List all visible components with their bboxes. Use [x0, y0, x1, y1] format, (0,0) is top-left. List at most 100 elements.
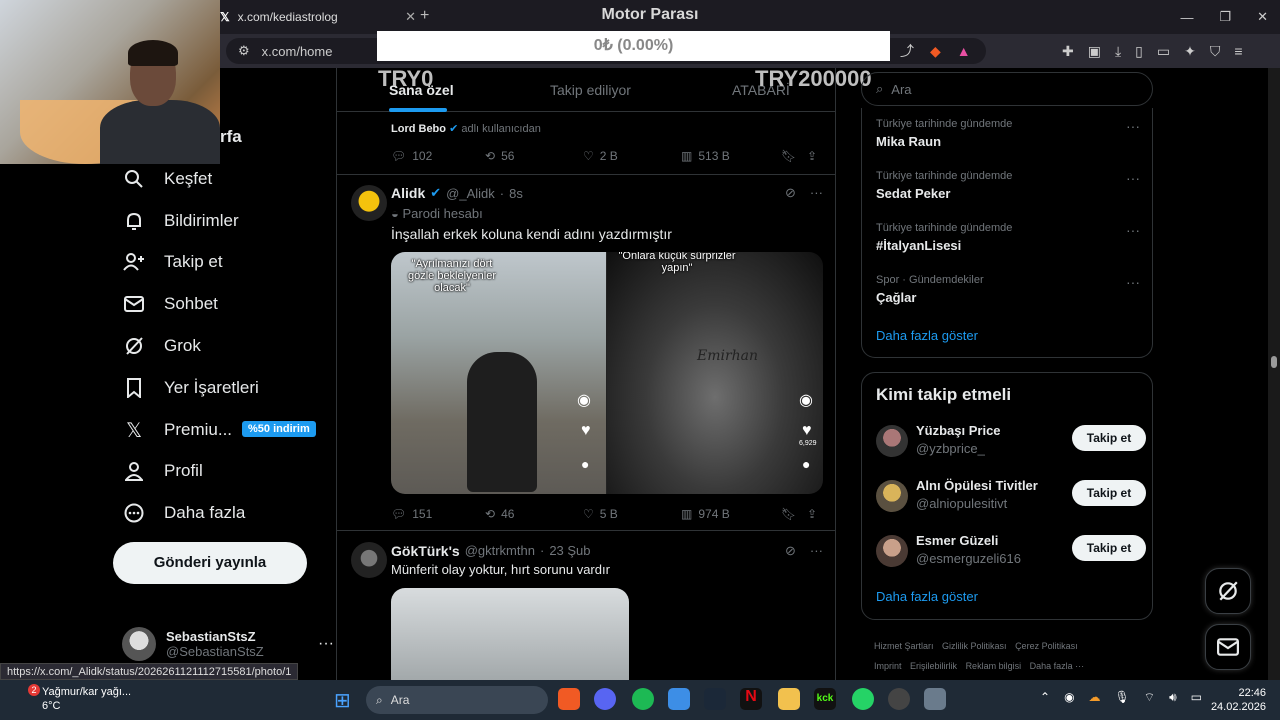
- avatar[interactable]: [351, 542, 387, 578]
- trend-item[interactable]: Türkiye tarihinde gündemde #İtalyanLises…: [876, 222, 1146, 253]
- extensions-icon[interactable]: ✚: [1062, 43, 1074, 60]
- more-icon[interactable]: ···: [1126, 274, 1140, 290]
- trend-item[interactable]: Spor · Gündemdekiler Çağlar ···: [876, 274, 1146, 305]
- menu-icon[interactable]: ≡: [1234, 43, 1242, 59]
- follow-button[interactable]: Takip et: [1072, 535, 1146, 561]
- like-button[interactable]: ♡ 5 B: [583, 507, 681, 521]
- settings-app-icon[interactable]: [924, 688, 946, 710]
- maximize-button[interactable]: ❐: [1219, 9, 1231, 25]
- file-explorer-icon[interactable]: [778, 688, 800, 710]
- wallet-icon[interactable]: ▭: [1157, 43, 1170, 60]
- footer-link[interactable]: Hizmet Şartları: [874, 641, 934, 651]
- cloud-tray-icon[interactable]: ☁: [1089, 690, 1101, 705]
- discord-app-icon[interactable]: [594, 688, 616, 710]
- steam-app-icon[interactable]: [704, 688, 726, 710]
- author-handle[interactable]: @_Alidk: [446, 186, 495, 201]
- more-icon[interactable]: ···: [1126, 170, 1140, 186]
- weather-widget[interactable]: 2 Yağmur/kar yağı... 6°C: [16, 684, 131, 713]
- post-image-right[interactable]: "Onlara küçük sürprizler yapın" Emirhan …: [606, 252, 823, 494]
- bookmark-button[interactable]: 🔖︎: [781, 149, 807, 163]
- grok-icon[interactable]: ⊘: [785, 185, 796, 201]
- whatsapp-app-icon[interactable]: [852, 688, 874, 710]
- share-button[interactable]: ⇪: [807, 507, 817, 521]
- volume-icon[interactable]: 🔊︎: [1169, 690, 1177, 705]
- netflix-app-icon[interactable]: N: [740, 688, 762, 710]
- grok-floating-button[interactable]: [1205, 568, 1251, 614]
- repost-button[interactable]: ⟲ 46: [485, 507, 583, 521]
- avatar[interactable]: [351, 185, 387, 221]
- post-time[interactable]: 23 Şub: [549, 543, 590, 559]
- footer-link[interactable]: Gizlilik Politikası: [942, 641, 1007, 651]
- app-icon[interactable]: [668, 688, 690, 710]
- more-icon[interactable]: ···: [810, 185, 823, 201]
- sidebar-item-bookmarks[interactable]: Yer İşaretleri: [122, 367, 259, 409]
- download-icon[interactable]: ⤓: [1115, 43, 1121, 60]
- mic-tray-icon[interactable]: 🎙︎: [1115, 690, 1130, 705]
- sidebar-item-grok[interactable]: Grok: [122, 325, 201, 367]
- follow-button[interactable]: Takip et: [1072, 425, 1146, 451]
- footer-link[interactable]: Çerez Politikası: [1015, 641, 1078, 651]
- sidebar-item-explore[interactable]: Keşfet: [122, 158, 212, 200]
- brave-app-icon[interactable]: [558, 688, 580, 710]
- kick-app-icon[interactable]: kck: [814, 688, 836, 710]
- sidebar-item-follow[interactable]: Takip et: [122, 241, 223, 283]
- tray-chevron-icon[interactable]: ⌃: [1040, 690, 1050, 705]
- search-field[interactable]: ⌕ Ara: [861, 72, 1153, 106]
- trend-item[interactable]: Türkiye tarihinde gündemde Sedat Peker ·…: [876, 170, 1146, 201]
- reply-button[interactable]: 💬︎ 151: [391, 507, 485, 521]
- post-image[interactable]: [391, 588, 629, 680]
- author-name[interactable]: GökTürk's: [391, 543, 460, 559]
- sidebar-item-notifications[interactable]: Bildirimler: [122, 200, 239, 242]
- views-button[interactable]: ▥ 974 B: [681, 507, 781, 521]
- sidebar-item-chat[interactable]: Sohbet: [122, 283, 218, 325]
- app-icon[interactable]: [888, 688, 910, 710]
- grok-icon[interactable]: ⊘: [785, 543, 796, 559]
- trend-item[interactable]: Türkiye tarihinde gündemde Mika Raun ···: [876, 118, 1146, 149]
- author-handle[interactable]: @gktrkmthn: [465, 543, 535, 559]
- bookmark-button[interactable]: 🔖︎: [781, 507, 807, 521]
- more-icon[interactable]: ···: [810, 543, 823, 559]
- suggested-account[interactable]: Alnı Öpülesi Tivitler @alniopulesitivt T…: [876, 476, 1146, 516]
- reader-icon[interactable]: ▣: [1088, 43, 1101, 60]
- close-window-button[interactable]: ✕: [1257, 9, 1268, 25]
- share-icon[interactable]: ⤴: [900, 41, 914, 61]
- brave-shield-icon[interactable]: ◆: [930, 43, 941, 60]
- like-button[interactable]: ♡ 2 B: [583, 149, 681, 163]
- browser-tab[interactable]: 𝕏 x.com/kediastrolog ✕: [220, 4, 416, 30]
- brave-rewards-icon[interactable]: ▲: [957, 43, 971, 59]
- site-settings-icon[interactable]: ⚙: [238, 43, 250, 59]
- footer-link[interactable]: Imprint: [874, 661, 902, 671]
- account-more-icon[interactable]: ···: [318, 635, 334, 653]
- scrollbar[interactable]: [1268, 68, 1280, 680]
- close-tab-icon[interactable]: ✕: [405, 9, 416, 25]
- post-image-left[interactable]: "Ayrılmanızı dört gözle beklelyenler ola…: [391, 252, 606, 494]
- footer-link[interactable]: Erişilebilirlik: [910, 661, 957, 671]
- sidebar-icon[interactable]: ▯: [1135, 43, 1143, 60]
- footer-link[interactable]: Reklam bilgisi: [966, 661, 1022, 671]
- sidebar-item-more[interactable]: Daha fazla: [122, 492, 245, 534]
- more-icon[interactable]: ···: [1126, 118, 1140, 134]
- repost-button[interactable]: ⟲ 56: [485, 149, 583, 163]
- account-switcher[interactable]: SebastianStsZ @SebastianStsZ ···: [122, 624, 334, 664]
- taskbar-search[interactable]: ⌕ Ara: [366, 686, 548, 714]
- reply-button[interactable]: 💬︎ 102: [391, 149, 485, 163]
- windows-start-icon[interactable]: ⊞: [334, 688, 351, 713]
- follow-button[interactable]: Takip et: [1072, 480, 1146, 506]
- show-more-trends-link[interactable]: Daha fazla göster: [876, 328, 978, 343]
- sidebar-item-premium[interactable]: 𝕏 Premiu...: [122, 409, 232, 451]
- premium-discount-badge[interactable]: %50 indirim: [242, 421, 316, 437]
- discord-tray-icon[interactable]: ◉: [1064, 690, 1074, 705]
- footer-link[interactable]: Daha fazla ···: [1030, 661, 1085, 671]
- sidebar-item-profile[interactable]: Profil: [122, 450, 203, 492]
- vpn-icon[interactable]: ⛉: [1210, 43, 1221, 60]
- leo-icon[interactable]: ✦: [1184, 43, 1196, 60]
- minimize-button[interactable]: —: [1180, 10, 1193, 25]
- new-tab-button[interactable]: +: [420, 7, 429, 25]
- tab-following[interactable]: Takip ediliyor: [550, 82, 631, 98]
- battery-icon[interactable]: ▭: [1191, 690, 1202, 705]
- views-button[interactable]: ▥ 513 B: [681, 149, 781, 163]
- quoted-by-name[interactable]: Lord Bebo: [391, 123, 446, 135]
- show-more-accounts-link[interactable]: Daha fazla göster: [876, 589, 978, 604]
- messages-floating-button[interactable]: [1205, 624, 1251, 670]
- clock[interactable]: 22:46 24.02.2026: [1211, 686, 1266, 714]
